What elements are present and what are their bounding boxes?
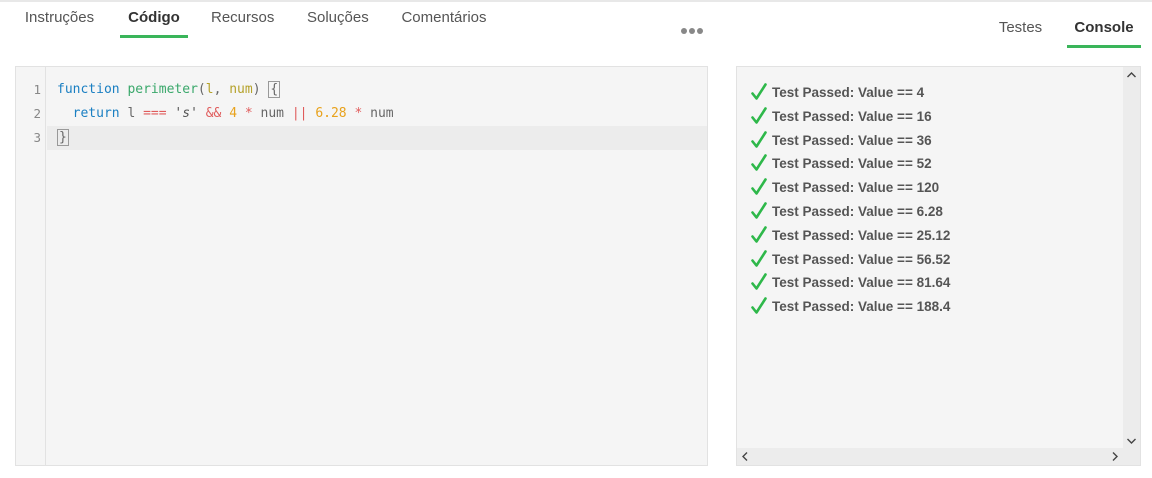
test-result-row: Test Passed: Value == 81.64 <box>751 271 950 295</box>
line-number-gutter: 1 2 3 <box>16 67 46 465</box>
param: l <box>205 82 214 97</box>
tab-testes[interactable]: Testes <box>998 10 1043 48</box>
keyword: return <box>72 106 120 121</box>
check-icon <box>751 154 767 172</box>
check-icon <box>751 225 767 243</box>
operator: * <box>346 106 363 121</box>
operator: === <box>143 106 167 121</box>
paren: ) <box>252 82 261 97</box>
test-result-row: Test Passed: Value == 4 <box>751 81 950 105</box>
operator: && <box>205 106 222 121</box>
test-result-text: Test Passed: Value == 6.28 <box>772 203 943 219</box>
test-result-text: Test Passed: Value == 25.12 <box>772 227 951 243</box>
variable: num <box>362 106 394 121</box>
console-panel[interactable]: Test Passed: Value == 4 Test Passed: Valu… <box>736 66 1141 466</box>
code-line-3[interactable]: } <box>47 126 707 150</box>
tab-recursos[interactable]: Recursos <box>211 0 274 38</box>
brace: { <box>268 81 281 98</box>
console-results: Test Passed: Value == 4 Test Passed: Valu… <box>751 81 950 319</box>
scroll-up-button[interactable] <box>1123 67 1140 84</box>
test-result-text: Test Passed: Value == 188.4 <box>772 299 951 315</box>
vertical-scrollbar[interactable] <box>1123 67 1140 449</box>
test-result-text: Test Passed: Value == 4 <box>772 85 925 100</box>
scroll-right-button[interactable] <box>1106 448 1123 465</box>
more-icon[interactable] <box>679 20 705 40</box>
code-editor[interactable]: 1 2 3 function perimeter(l, num) { retur… <box>15 66 708 466</box>
check-icon <box>751 297 767 314</box>
test-result-text: Test Passed: Value == 56.52 <box>772 251 951 267</box>
tab-console[interactable]: Console <box>1067 10 1141 48</box>
string: 's' <box>166 106 206 121</box>
check-icon <box>751 178 767 195</box>
test-result-row: Test Passed: Value == 188.4 <box>751 295 950 319</box>
test-result-row: Test Passed: Value == 120 <box>751 176 950 200</box>
test-result-row: Test Passed: Value == 25.12 <box>751 224 950 248</box>
check-icon <box>751 273 767 291</box>
variable: l <box>119 106 144 121</box>
check-icon <box>751 249 767 267</box>
keyword: function <box>57 82 120 97</box>
variable: num <box>252 106 292 121</box>
test-result-text: Test Passed: Value == 120 <box>772 180 940 196</box>
check-icon <box>751 83 767 100</box>
line-number: 3 <box>33 130 41 145</box>
check-icon <box>751 202 767 219</box>
code-line-2[interactable]: return l === 's' && 4 * num || 6.28 * nu… <box>57 102 707 126</box>
test-result-text: Test Passed: Value == 16 <box>772 108 932 124</box>
test-result-row: Test Passed: Value == 52 <box>751 152 950 176</box>
check-icon <box>751 106 767 124</box>
tab-solucoes[interactable]: Soluções <box>307 0 369 38</box>
scroll-down-button[interactable] <box>1123 432 1140 449</box>
number: 6.28 <box>307 106 347 121</box>
comma: , <box>213 82 230 97</box>
check-icon <box>751 130 767 148</box>
horizontal-scrollbar[interactable] <box>737 448 1140 465</box>
test-result-text: Test Passed: Value == 81.64 <box>772 275 951 291</box>
tab-instrucoes[interactable]: Instruções <box>23 0 96 38</box>
operator: || <box>291 106 308 121</box>
operator: * <box>237 106 253 121</box>
test-result-row: Test Passed: Value == 6.28 <box>751 200 950 224</box>
test-result-text: Test Passed: Value == 52 <box>772 156 932 172</box>
tab-codigo[interactable]: Código <box>120 0 188 38</box>
line-number: 2 <box>33 106 41 121</box>
tab-comentarios[interactable]: Comentários <box>400 0 488 38</box>
function-name: perimeter <box>127 82 198 97</box>
brace: } <box>57 129 69 146</box>
test-result-row: Test Passed: Value == 36 <box>751 129 950 153</box>
test-result-row: Test Passed: Value == 56.52 <box>751 248 950 272</box>
test-result-row: Test Passed: Value == 16 <box>751 105 950 129</box>
paren: ( <box>197 82 206 97</box>
number: 4 <box>221 106 238 121</box>
code-line-1[interactable]: function perimeter(l, num) { <box>57 78 707 102</box>
param: num <box>229 82 253 97</box>
scroll-left-button[interactable] <box>737 448 754 465</box>
test-result-text: Test Passed: Value == 36 <box>772 132 932 148</box>
line-number: 1 <box>33 82 41 97</box>
